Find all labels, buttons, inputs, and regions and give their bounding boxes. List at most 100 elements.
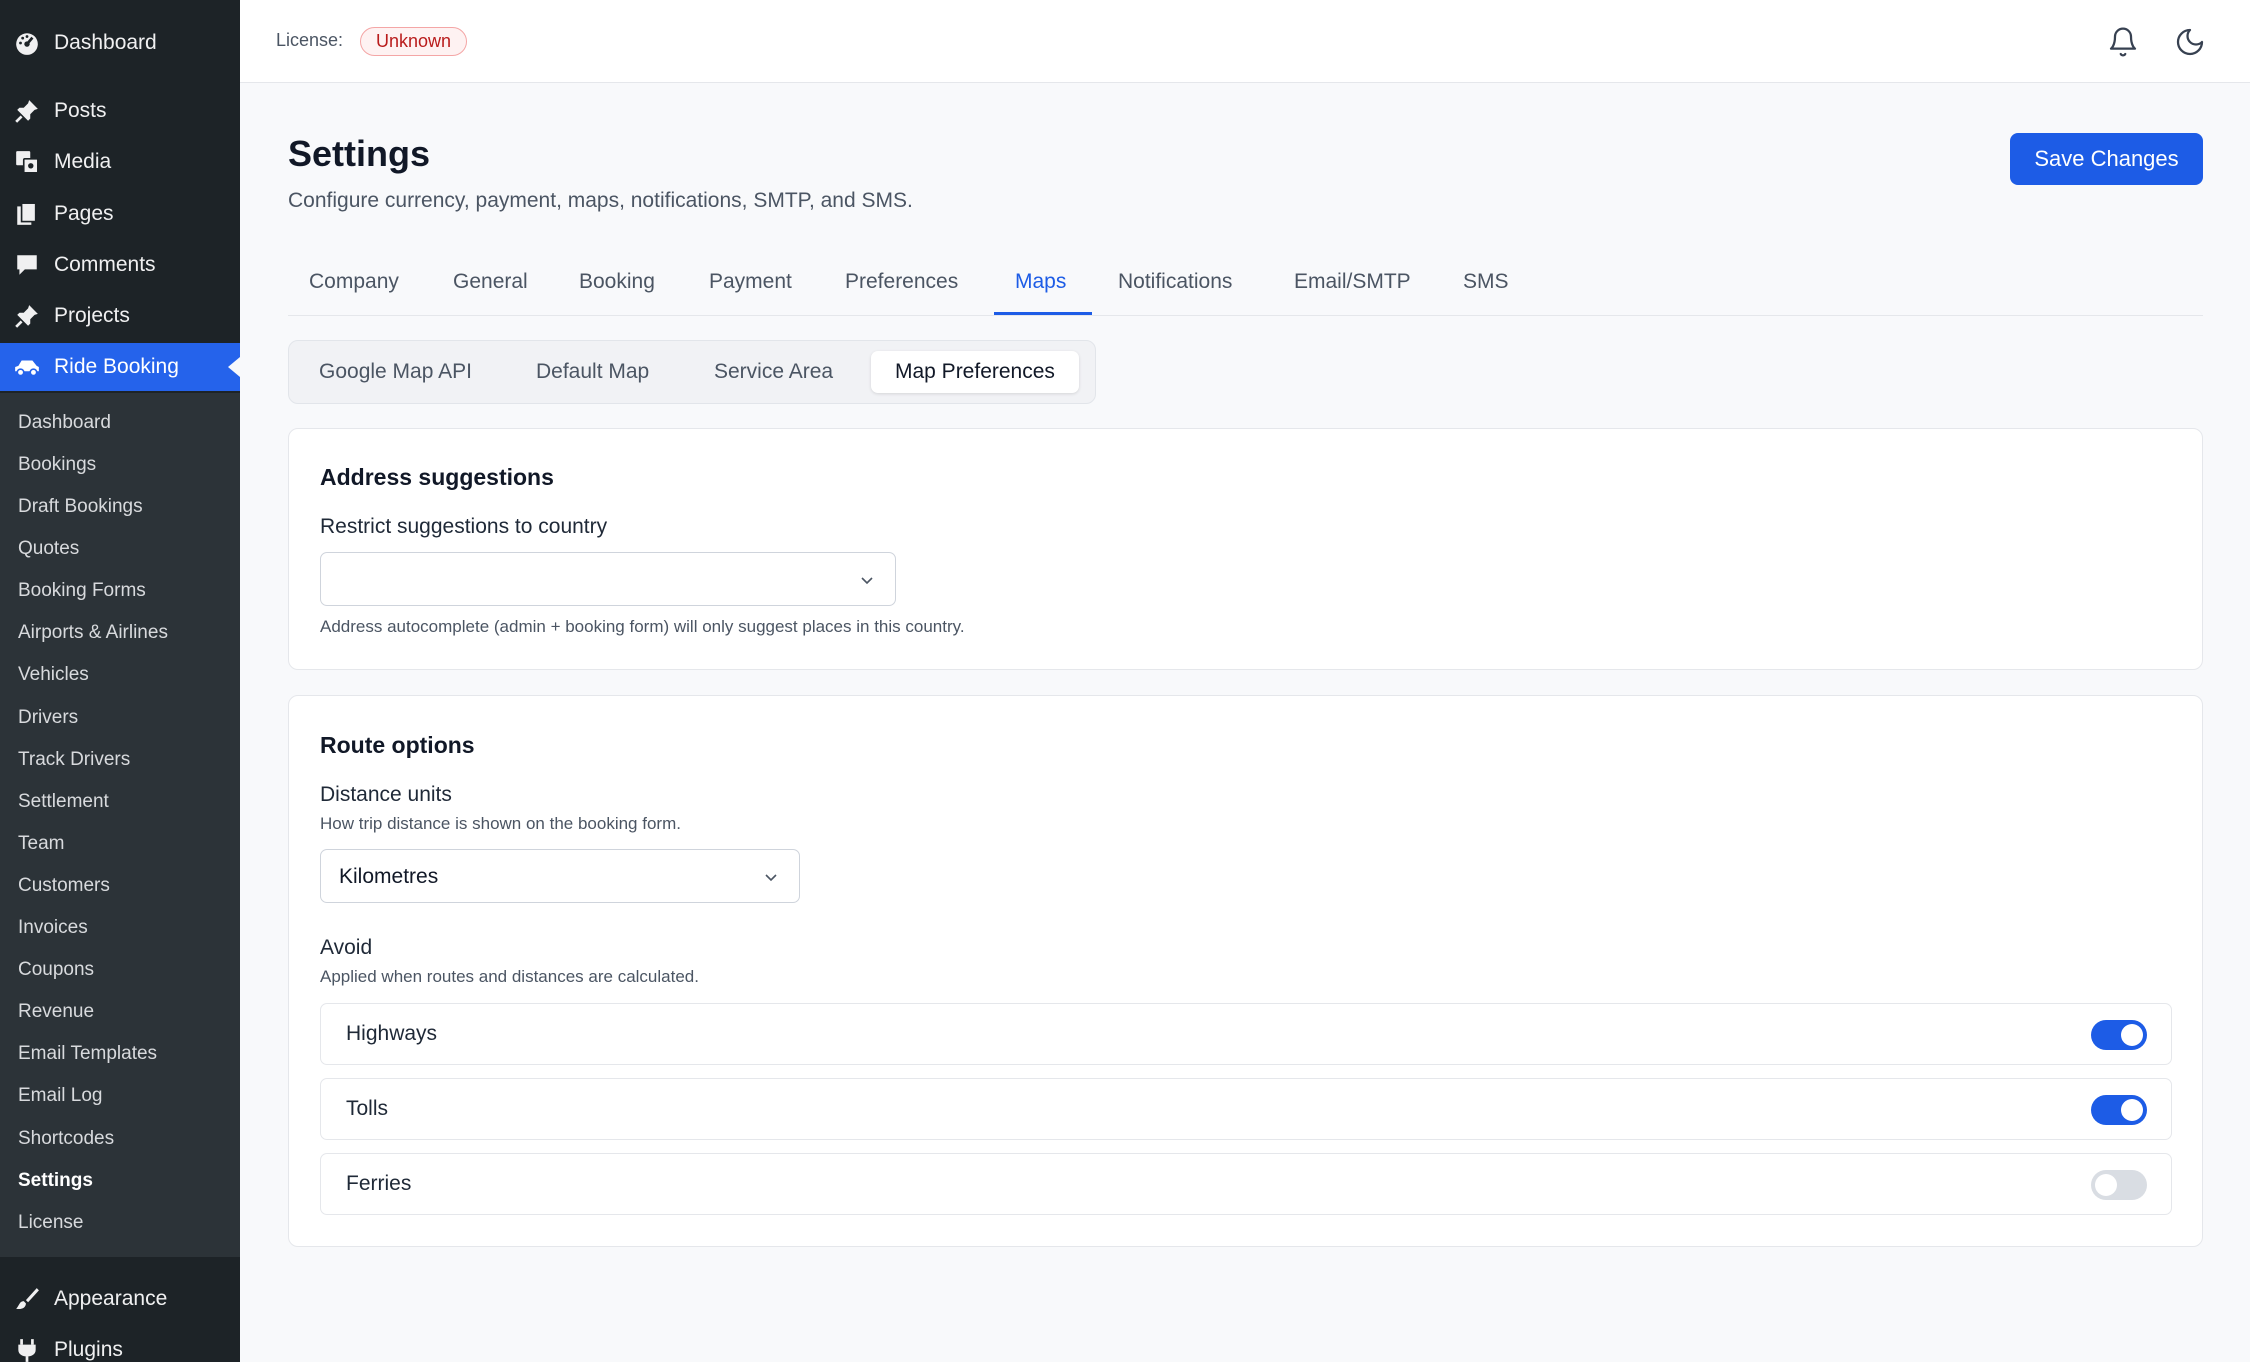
menu-item-media[interactable]: Media (0, 138, 240, 186)
submenu-item-team[interactable]: Team (18, 833, 64, 855)
chevron-down-icon (763, 869, 779, 885)
admin-sidebar: Dashboard Posts Media Pages Comments Pro… (0, 0, 240, 1362)
active-tab-indicator (994, 312, 1092, 315)
car-icon (12, 352, 42, 382)
distance-units-select[interactable]: Kilometres (320, 849, 800, 903)
page-title: Settings (288, 133, 431, 174)
menu-item-dashboard[interactable]: Dashboard (0, 19, 240, 67)
menu-label: Media (54, 150, 112, 173)
avoid-tolls-label: Tolls (346, 1097, 389, 1120)
subtab-default-map[interactable]: Default Map (512, 351, 673, 393)
avoid-ferries-label: Ferries (346, 1172, 412, 1195)
pages-icon (12, 199, 42, 229)
menu-label: Pages (54, 202, 114, 225)
menu-item-ride-booking[interactable]: Ride Booking (0, 343, 240, 391)
bell-icon[interactable] (2107, 26, 2139, 58)
menu-label: Appearance (54, 1287, 168, 1310)
submenu-item-email-templates[interactable]: Email Templates (18, 1043, 157, 1065)
menu-label: Plugins (54, 1338, 123, 1361)
distance-units-label: Distance units (320, 783, 452, 806)
page-description: Configure currency, payment, maps, notif… (288, 189, 913, 212)
save-changes-button[interactable]: Save Changes (2010, 133, 2203, 185)
submenu-item-customers[interactable]: Customers (18, 875, 110, 897)
dashboard-icon (12, 28, 42, 58)
ride-booking-submenu: Dashboard Bookings Draft Bookings Quotes… (0, 393, 240, 1257)
tab-maps[interactable]: Maps (1015, 270, 1066, 294)
tab-email-smtp[interactable]: Email/SMTP (1294, 270, 1411, 294)
maps-subtabs: Google Map API Default Map Service Area … (288, 340, 1096, 404)
toggle-knob (2121, 1099, 2143, 1121)
address-card-title: Address suggestions (320, 464, 554, 490)
submenu-item-airports-airlines[interactable]: Airports & Airlines (18, 622, 168, 644)
subtab-map-preferences[interactable]: Map Preferences (871, 351, 1079, 393)
menu-label: Dashboard (54, 31, 157, 54)
brush-icon (12, 1284, 42, 1314)
menu-item-comments[interactable]: Comments (0, 241, 240, 289)
license-label: License: (276, 30, 344, 50)
plugin-icon (12, 1335, 42, 1362)
toggle-knob (2095, 1174, 2117, 1196)
menu-item-plugins[interactable]: Plugins (0, 1326, 240, 1362)
avoid-highways-toggle[interactable] (2091, 1020, 2147, 1050)
menu-item-appearance[interactable]: Appearance (0, 1275, 240, 1323)
submenu-item-draft-bookings[interactable]: Draft Bookings (18, 496, 143, 518)
tab-notifications[interactable]: Notifications (1118, 270, 1232, 294)
submenu-item-track-drivers[interactable]: Track Drivers (18, 749, 130, 771)
settings-tabs: Company General Booking Payment Preferen… (288, 256, 2203, 316)
submenu-item-settlement[interactable]: Settlement (18, 791, 109, 813)
submenu-item-coupons[interactable]: Coupons (18, 959, 94, 981)
avoid-highways-row: Highways (320, 1003, 2172, 1065)
route-options-card: Route options Distance units How trip di… (288, 695, 2203, 1247)
menu-label: Posts (54, 99, 107, 122)
menu-label: Ride Booking (54, 355, 179, 378)
distance-units-value: Kilometres (339, 865, 439, 888)
subtab-google-map-api[interactable]: Google Map API (295, 351, 496, 393)
tab-payment[interactable]: Payment (709, 270, 792, 294)
submenu-item-invoices[interactable]: Invoices (18, 917, 88, 939)
submenu-item-email-log[interactable]: Email Log (18, 1085, 103, 1107)
tab-sms[interactable]: SMS (1463, 270, 1509, 294)
submenu-item-quotes[interactable]: Quotes (18, 538, 79, 560)
submenu-item-revenue[interactable]: Revenue (18, 1001, 94, 1023)
subtab-service-area[interactable]: Service Area (690, 351, 857, 393)
chevron-down-icon (859, 572, 875, 588)
country-field-label: Restrict suggestions to country (320, 515, 608, 538)
menu-item-projects[interactable]: Projects (0, 292, 240, 340)
tab-booking[interactable]: Booking (579, 270, 655, 294)
tab-preferences[interactable]: Preferences (845, 270, 958, 294)
country-help-text: Address autocomplete (admin + booking fo… (320, 617, 965, 636)
route-card-title: Route options (320, 732, 475, 758)
menu-item-pages[interactable]: Pages (0, 190, 240, 238)
toggle-knob (2121, 1024, 2143, 1046)
submenu-item-dashboard[interactable]: Dashboard (18, 412, 111, 434)
submenu-item-settings[interactable]: Settings (18, 1170, 93, 1192)
top-bar: License: Unknown (240, 0, 2250, 83)
media-icon (12, 147, 42, 177)
comment-icon (12, 250, 42, 280)
moon-icon[interactable] (2174, 26, 2206, 58)
avoid-label: Avoid (320, 936, 373, 959)
submenu-item-drivers[interactable]: Drivers (18, 707, 78, 729)
pin-icon (12, 96, 42, 126)
menu-label: Projects (54, 304, 130, 327)
avoid-highways-label: Highways (346, 1022, 438, 1045)
address-suggestions-card: Address suggestions Restrict suggestions… (288, 428, 2203, 670)
submenu-item-bookings[interactable]: Bookings (18, 454, 96, 476)
avoid-tolls-toggle[interactable] (2091, 1095, 2147, 1125)
pin-icon (12, 301, 42, 331)
submenu-item-booking-forms[interactable]: Booking Forms (18, 580, 146, 602)
submenu-item-shortcodes[interactable]: Shortcodes (18, 1128, 114, 1150)
submenu-item-license[interactable]: License (18, 1212, 84, 1234)
menu-label: Comments (54, 253, 156, 276)
tab-general[interactable]: General (453, 270, 528, 294)
avoid-ferries-toggle[interactable] (2091, 1170, 2147, 1200)
country-select[interactable] (320, 552, 896, 606)
avoid-tolls-row: Tolls (320, 1078, 2172, 1140)
tab-company[interactable]: Company (309, 270, 399, 294)
menu-item-posts[interactable]: Posts (0, 87, 240, 135)
avoid-help: Applied when routes and distances are ca… (320, 967, 699, 986)
distance-units-help: How trip distance is shown on the bookin… (320, 814, 681, 833)
avoid-ferries-row: Ferries (320, 1153, 2172, 1215)
license-status-badge: Unknown (360, 27, 468, 56)
submenu-item-vehicles[interactable]: Vehicles (18, 664, 89, 686)
